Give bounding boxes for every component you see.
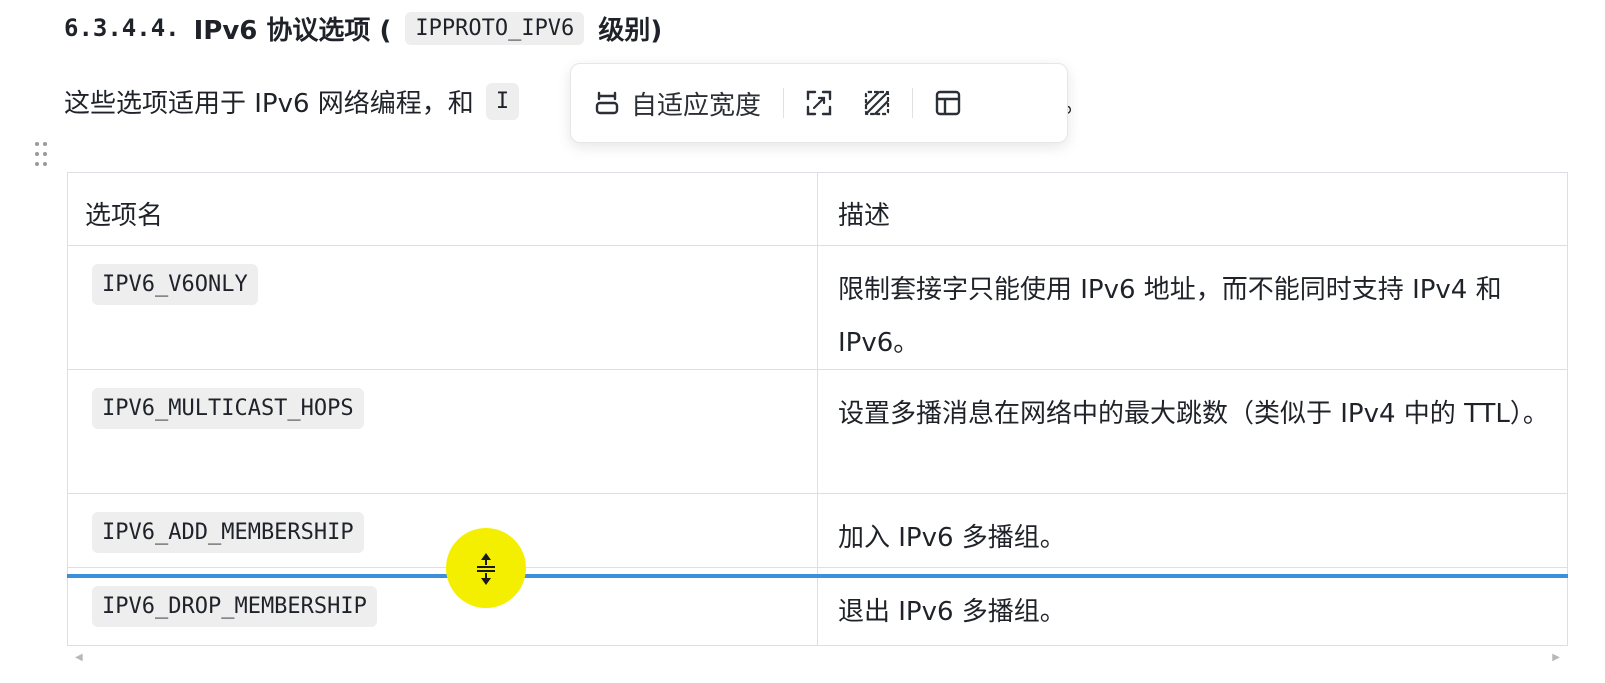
option-description: 限制套接字只能使用 IPv6 地址，而不能同时支持 IPv4 和 IPv6。 <box>838 275 1502 358</box>
toolbar-divider <box>912 88 914 118</box>
section-number: 6.3.4.4. <box>64 14 180 42</box>
fit-width-label: 自适应宽度 <box>631 90 762 121</box>
toolbar-divider <box>783 88 785 118</box>
row-resize-line[interactable] <box>67 574 1568 578</box>
table-row[interactable]: IPV6_ADD_MEMBERSHIP 加入 IPv6 多播组。 <box>68 493 1567 567</box>
row-resize-cursor-icon <box>474 551 498 587</box>
intro-paragraph: 这些选项适用于 IPv6 网络编程，和 I <box>64 78 520 124</box>
fit-width-icon <box>593 90 621 116</box>
option-name: IPV6_ADD_MEMBERSHIP <box>92 512 364 553</box>
no-border-button[interactable] <box>848 83 906 123</box>
scroll-left-icon[interactable]: ◀ <box>75 652 83 663</box>
table-row[interactable]: IPV6_V6ONLY 限制套接字只能使用 IPv6 地址，而不能同时支持 IP… <box>68 245 1567 369</box>
option-name: IPV6_V6ONLY <box>92 264 258 305</box>
table-layout-icon <box>934 89 962 117</box>
intro-text: 这些选项适用于 IPv6 网络编程，和 <box>64 88 474 119</box>
table-row[interactable]: IPV6_MULTICAST_HOPS 设置多播消息在网络中的最大跳数（类似于 … <box>68 369 1567 493</box>
option-description: 加入 IPv6 多播组。 <box>838 523 1066 553</box>
option-name: IPV6_MULTICAST_HOPS <box>92 388 364 429</box>
fit-width-button[interactable]: 自适应宽度 <box>571 83 783 123</box>
scroll-right-icon[interactable]: ▶ <box>1552 652 1560 663</box>
table-row[interactable]: IPV6_DROP_MEMBERSHIP 退出 IPv6 多播组。 <box>68 567 1567 645</box>
fullscreen-icon <box>805 89 833 117</box>
table-toolbar: 自适应宽度 <box>570 63 1068 143</box>
option-description: 退出 IPv6 多播组。 <box>838 597 1066 627</box>
column-header-description: 描述 <box>838 201 891 231</box>
section-heading: 6.3.4.4. IPv6 协议选项 ( IPPROTO_IPV6 级别) <box>64 8 662 48</box>
column-header-option: 选项名 <box>85 201 164 231</box>
section-title-prefix: IPv6 协议选项 ( <box>193 15 392 46</box>
option-description: 设置多播消息在网络中的最大跳数（类似于 IPv4 中的 TTL）。 <box>838 399 1549 429</box>
fullscreen-button[interactable] <box>790 83 848 123</box>
section-title-suffix: 级别) <box>598 15 663 46</box>
option-name: IPV6_DROP_MEMBERSHIP <box>92 586 377 627</box>
horizontal-scrollbar[interactable]: ◀ ▶ <box>67 648 1568 666</box>
heading-code: IPPROTO_IPV6 <box>405 11 585 45</box>
table-layout-button[interactable] <box>919 83 977 123</box>
no-border-icon <box>863 89 891 117</box>
intro-code-fragment: I <box>485 82 520 120</box>
drag-handle-icon[interactable] <box>34 140 48 168</box>
table-header-row: 选项名 描述 <box>68 173 1567 245</box>
